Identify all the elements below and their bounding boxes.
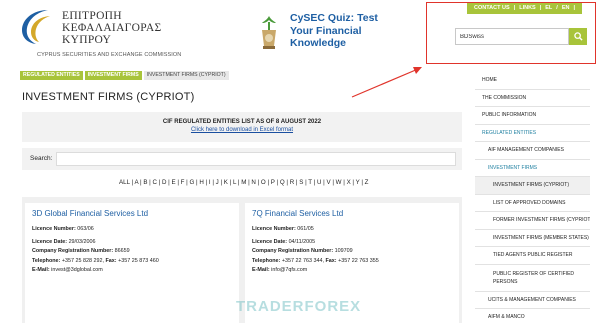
cysec-logo-icon	[22, 10, 50, 44]
telephone-fax: Telephone: +357 25 828 292, Fax: +357 25…	[32, 257, 159, 264]
sidebar-item-investment-firms-member-states[interactable]: INVESTMENT FIRMS (MEMBER STATES)	[475, 230, 590, 247]
email-link[interactable]: info@7qfs.com	[271, 267, 307, 273]
telephone-fax: Telephone: +357 22 763 344, Fax: +357 22…	[252, 257, 379, 264]
email-link[interactable]: invest@3dglobal.com	[51, 267, 103, 273]
sidebar-item-certified-persons[interactable]: PUBLIC REGISTER OF CERTIFIED PERSONS	[475, 265, 590, 292]
quiz-text[interactable]: CySEC Quiz: Test Your Financial Knowledg…	[290, 12, 400, 50]
quiz-line-1: CySEC Quiz: Test	[290, 12, 378, 24]
logo-line-3: ΚΥΠΡΟΥ	[62, 34, 112, 46]
list-search-label: Search:	[30, 155, 53, 162]
sidebar-item-public-information[interactable]: PUBLIC INFORMATION	[475, 107, 590, 125]
list-info-panel: CIF REGULATED ENTITIES LIST AS OF 8 AUGU…	[22, 112, 462, 142]
page-title: INVESTMENT FIRMS (CYPRIOT)	[22, 91, 195, 103]
alphabet-filter[interactable]: ALL | A | B | C | D | E | F | G | H | I …	[119, 179, 368, 186]
email: E-Mail: invest@3dglobal.com	[32, 267, 103, 273]
sidebar-item-ucits[interactable]: UCITS & MANAGEMENT COMPANIES	[475, 292, 590, 309]
breadcrumb-regulated-entities[interactable]: REGULATED ENTITIES	[20, 71, 83, 80]
licence-number: Licence Number: 061/05	[252, 226, 314, 232]
sidebar-item-investment-firms-cypriot[interactable]: INVESTMENT FIRMS (CYPRIOT)	[475, 177, 590, 195]
breadcrumb-investment-firms[interactable]: INVESTMENT FIRMS	[84, 71, 142, 80]
list-search-row: Search:	[22, 148, 462, 170]
download-excel-link[interactable]: Click here to download in Excel format	[22, 127, 462, 133]
licence-number: Licence Number: 063/06	[32, 226, 94, 232]
sidebar-item-investment-firms[interactable]: INVESTMENT FIRMS	[475, 160, 590, 177]
quiz-line-3: Knowledge	[290, 37, 347, 49]
sidebar-item-approved-domains[interactable]: LIST OF APPROVED DOMAINS	[475, 195, 590, 212]
entity-name-link[interactable]: 7Q Financial Services Ltd	[252, 209, 452, 218]
list-search-input[interactable]	[56, 152, 456, 166]
licence-date: Licence Date: 04/11/2005	[252, 238, 316, 245]
quiz-trophy-icon	[262, 16, 276, 49]
registration-number: Company Registration Number: 109709	[252, 248, 353, 254]
registration-number: Company Registration Number: 86659	[32, 248, 130, 254]
quiz-line-2: Your Financial	[290, 24, 362, 37]
sidebar-item-the-commission[interactable]: THE COMMISSION	[475, 90, 590, 107]
breadcrumb-current: INVESTMENT FIRMS (CYPRIOT)	[143, 71, 229, 80]
list-date-heading: CIF REGULATED ENTITIES LIST AS OF 8 AUGU…	[162, 119, 322, 125]
annotation-box	[426, 2, 596, 64]
cysec-logo[interactable]: ΕΠΙΤΡΟΠΗ ΚΕΦΑΛΑΙΑΓΟΡΑΣ ΚΥΠΡΟΥ CYPRUS SEC…	[18, 6, 181, 58]
logo-subtitle: CYPRUS SECURITIES AND EXCHANGE COMMISSIO…	[37, 52, 182, 58]
sidebar-item-home[interactable]: HOME	[475, 72, 590, 90]
entity-name-link[interactable]: 3D Global Financial Services Ltd	[32, 209, 232, 218]
licence-date: Licence Date: 29/03/2006	[32, 238, 96, 245]
sidebar-item-former-investment-firms[interactable]: FORMER INVESTMENT FIRMS (CYPRIOT)	[475, 212, 590, 230]
breadcrumb: REGULATED ENTITIES INVESTMENT FIRMS INVE…	[20, 71, 229, 80]
watermark: TRADERFOREX	[236, 298, 362, 315]
email: E-Mail: info@7qfs.com	[252, 267, 308, 273]
sidebar-nav: HOME THE COMMISSION PUBLIC INFORMATION R…	[475, 72, 590, 323]
logo-line-1: ΕΠΙΤΡΟΠΗ	[62, 10, 122, 22]
sidebar-item-tied-agents[interactable]: TIED AGENTS PUBLIC REGISTER	[475, 247, 590, 265]
sidebar-item-aifm-manco[interactable]: AIFM & MANCO	[475, 309, 590, 323]
entity-card: 3D Global Financial Services Ltd Licence…	[25, 203, 239, 323]
sidebar-item-aif-management[interactable]: AIF MANAGEMENT COMPANIES	[475, 142, 590, 160]
quiz-promo[interactable]: CySEC Quiz: Test Your Financial Knowledg…	[258, 12, 398, 52]
sidebar-item-regulated-entities[interactable]: REGULATED ENTITIES	[475, 125, 590, 142]
logo-line-2: ΚΕΦΑΛΑΙΑΓΟΡΑΣ	[62, 22, 162, 34]
